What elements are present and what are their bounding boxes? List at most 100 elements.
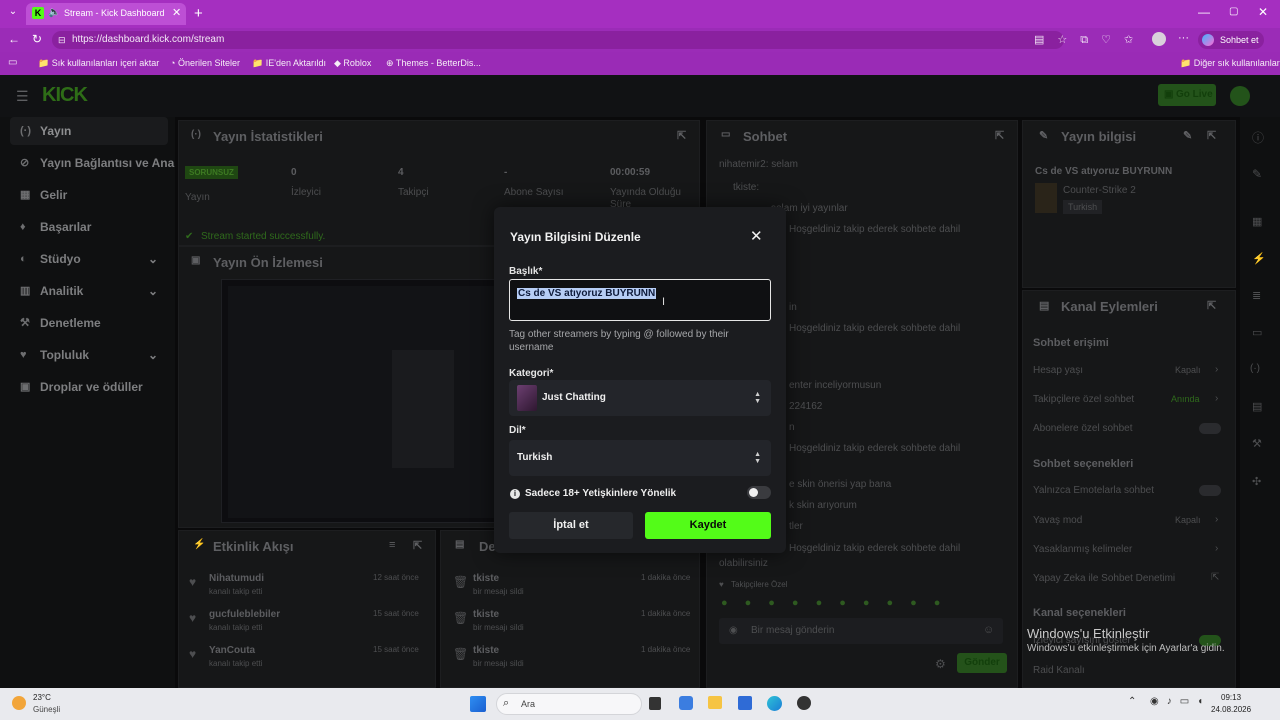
weather-desc: Güneşli [33, 705, 61, 714]
viewers-label: İzleyici [291, 187, 322, 198]
start-button-icon[interactable] [470, 696, 486, 712]
active-app-icon[interactable] [797, 696, 811, 710]
browser-tab[interactable]: K 🔈 Stream - Kick Dashboard ✕ [26, 3, 186, 25]
speaker-icon[interactable]: 🔈 [48, 7, 60, 18]
channel-actions-title: Kanal Eylemleri [1061, 299, 1158, 314]
chat-message: Hoşgeldiniz takip ederek sohbete dahil [789, 543, 961, 554]
maximize-icon[interactable]: ▢ [1229, 6, 1238, 17]
browser-essentials-icon[interactable]: ♡ [1101, 34, 1124, 46]
user-avatar[interactable] [1230, 86, 1250, 106]
ai-moderation-setting[interactable]: Yapay Zeka ile Sohbet Denetimi [1033, 573, 1175, 584]
save-button[interactable]: Kaydet [645, 512, 771, 539]
sidebar-item-topluluk[interactable]: ♥ Topluluk ⌄ [10, 341, 168, 369]
send-button[interactable]: Gönder [957, 653, 1007, 673]
sidebar-item-yayin[interactable]: (·) Yayın [10, 117, 168, 145]
filter-icon[interactable]: ≡ [389, 539, 395, 551]
sidebar-item-denetleme[interactable]: ⚒ Denetleme [10, 309, 168, 337]
bookmark-themes[interactable]: ⊕ Themes - BetterDis... [386, 58, 481, 69]
site-info-icon[interactable]: ⊟ [58, 31, 66, 49]
close-window-icon[interactable]: ✕ [1258, 5, 1268, 19]
banned-words-setting[interactable]: Yasaklanmış kelimeler [1033, 544, 1132, 555]
pencil-icon[interactable]: ✎ [1252, 167, 1262, 181]
subs-chat-toggle[interactable] [1199, 423, 1221, 434]
popout-icon[interactable]: ⇱ [1207, 129, 1216, 142]
popout-icon[interactable]: ⇱ [677, 129, 686, 142]
tab-close-icon[interactable]: ✕ [172, 6, 181, 19]
tray-chevron-icon[interactable]: ⌃ [1128, 696, 1136, 707]
account-age-setting[interactable]: Hesap yaşı [1033, 365, 1083, 376]
emote-picker-icon[interactable]: ◉ [729, 625, 738, 636]
adult-content-toggle[interactable] [747, 486, 771, 499]
adult-content-label: Sadece 18+ Yetişkinlere Yönelik [525, 488, 677, 499]
stream-preview-video[interactable] [221, 279, 501, 523]
chat-message: k skin arıyorum [789, 500, 857, 511]
folder-icon: 📁 [252, 58, 266, 68]
clock-date[interactable]: 24.08.2026 [1211, 705, 1251, 714]
bookmark-roblox[interactable]: ◆ Roblox [334, 58, 371, 69]
task-view-icon[interactable] [649, 697, 661, 710]
more-menu-icon[interactable]: ··· [1178, 32, 1189, 44]
file-explorer-icon[interactable] [708, 696, 722, 709]
reload-icon[interactable]: ↻ [32, 32, 42, 46]
bookmark-import[interactable]: 📁 Sık kullanılanları içeri aktar [38, 58, 159, 69]
back-icon[interactable]: ← [8, 32, 20, 46]
edit-icon[interactable]: ✎ [1183, 129, 1192, 142]
puzzle-icon[interactable]: ✣ [1252, 475, 1261, 488]
copilot-button[interactable]: Sohbet et [1198, 31, 1264, 49]
collections-icon[interactable]: ▭ [8, 57, 17, 68]
sidebar-item-analitik[interactable]: ▥ Analitik ⌄ [10, 277, 168, 305]
kick-logo[interactable]: KICK [42, 84, 88, 107]
bookmark-other[interactable]: 📁 Diğer sık kullanılanlar [1180, 58, 1280, 69]
reader-icon[interactable]: ▤ [1034, 34, 1057, 46]
followers-chat-setting[interactable]: Takipçilere özel sohbet [1033, 394, 1134, 405]
close-icon[interactable]: ✕ [750, 227, 763, 245]
layout-icon[interactable]: ▤ [1252, 400, 1262, 413]
tab-list-chevron-icon[interactable]: ⌄ [6, 6, 20, 20]
store-icon[interactable] [738, 696, 752, 710]
app-icon[interactable] [679, 696, 693, 710]
hamburger-menu-icon[interactable]: ☰ [16, 88, 29, 105]
title-input[interactable]: Cs de VS atıyoruz BUYRUNN I [509, 279, 771, 321]
lightning-icon[interactable]: ⚡ [1252, 252, 1266, 265]
favorites-icon[interactable]: ✩ [1124, 34, 1146, 46]
sidebar-item-basarilar[interactable]: ♦ Başarılar [10, 213, 168, 241]
chat-icon[interactable]: ▭ [1252, 326, 1262, 339]
category-select[interactable]: Just Chatting ▲ ▼ [509, 380, 771, 416]
go-live-button[interactable]: ▣ Go Live [1158, 84, 1216, 106]
minimize-icon[interactable]: — [1198, 5, 1210, 19]
language-select[interactable]: Turkish ▲ ▼ [509, 440, 771, 476]
profile-avatar-icon[interactable] [1152, 32, 1166, 46]
popout-icon[interactable]: ⇱ [413, 539, 422, 552]
sidebar-item-studyo[interactable]: ◐ Stüdyo ⌄ [10, 245, 168, 273]
broadcast-icon[interactable]: (·) [1250, 363, 1260, 374]
revenue-icon: ▦ [20, 189, 31, 201]
wrench-icon[interactable]: ⚒ [1252, 437, 1262, 450]
list-icon[interactable]: ≣ [1252, 289, 1261, 302]
emote-only-toggle[interactable] [1199, 485, 1221, 496]
broadcast-icon: (·) [20, 125, 31, 137]
new-tab-icon[interactable]: + [194, 5, 203, 22]
url-field[interactable]: ⊟ https://dashboard.kick.com/stream [52, 31, 1064, 49]
sidebar-item-stream-key[interactable]: ⊘Yayın Bağlantısı ve Anahtar [10, 149, 175, 177]
info-icon[interactable]: ⓘ [1252, 129, 1264, 146]
extensions-icon[interactable]: ⧉ [1080, 34, 1101, 46]
popout-icon[interactable]: ⇱ [1207, 299, 1216, 312]
stream-info-title: Yayın bilgisi [1061, 129, 1137, 144]
clock-time[interactable]: 09:13 [1221, 693, 1241, 702]
taskbar-search[interactable]: ⌕ Ara [496, 693, 642, 715]
raid-channel-setting[interactable]: Raid Kanalı [1033, 665, 1085, 676]
smile-icon[interactable]: ☺ [983, 624, 994, 636]
calendar-icon[interactable]: ▦ [1252, 215, 1262, 228]
sidebar-item-droplar[interactable]: ▣ Droplar ve ödüller [10, 373, 168, 401]
sidebar-item-gelir[interactable]: ▦ Gelir [10, 181, 168, 209]
settings-gear-icon[interactable]: ⚙ [935, 657, 946, 671]
slow-mode-setting[interactable]: Yavaş mod [1033, 515, 1082, 526]
favorite-star-icon[interactable]: ☆ [1057, 34, 1080, 46]
chat-input[interactable]: ◉ Bir mesaj gönderin ☺ [719, 618, 1003, 644]
popout-icon[interactable]: ⇱ [995, 129, 1004, 142]
weather-icon[interactable] [12, 696, 26, 710]
cancel-button[interactable]: İptal et [509, 512, 633, 539]
bookmark-suggested[interactable]: ◔ Önerilen Siteler [170, 58, 240, 68]
edge-icon[interactable] [767, 696, 782, 711]
bookmark-ie[interactable]: 📁 IE'den Aktarıldı [252, 58, 326, 69]
